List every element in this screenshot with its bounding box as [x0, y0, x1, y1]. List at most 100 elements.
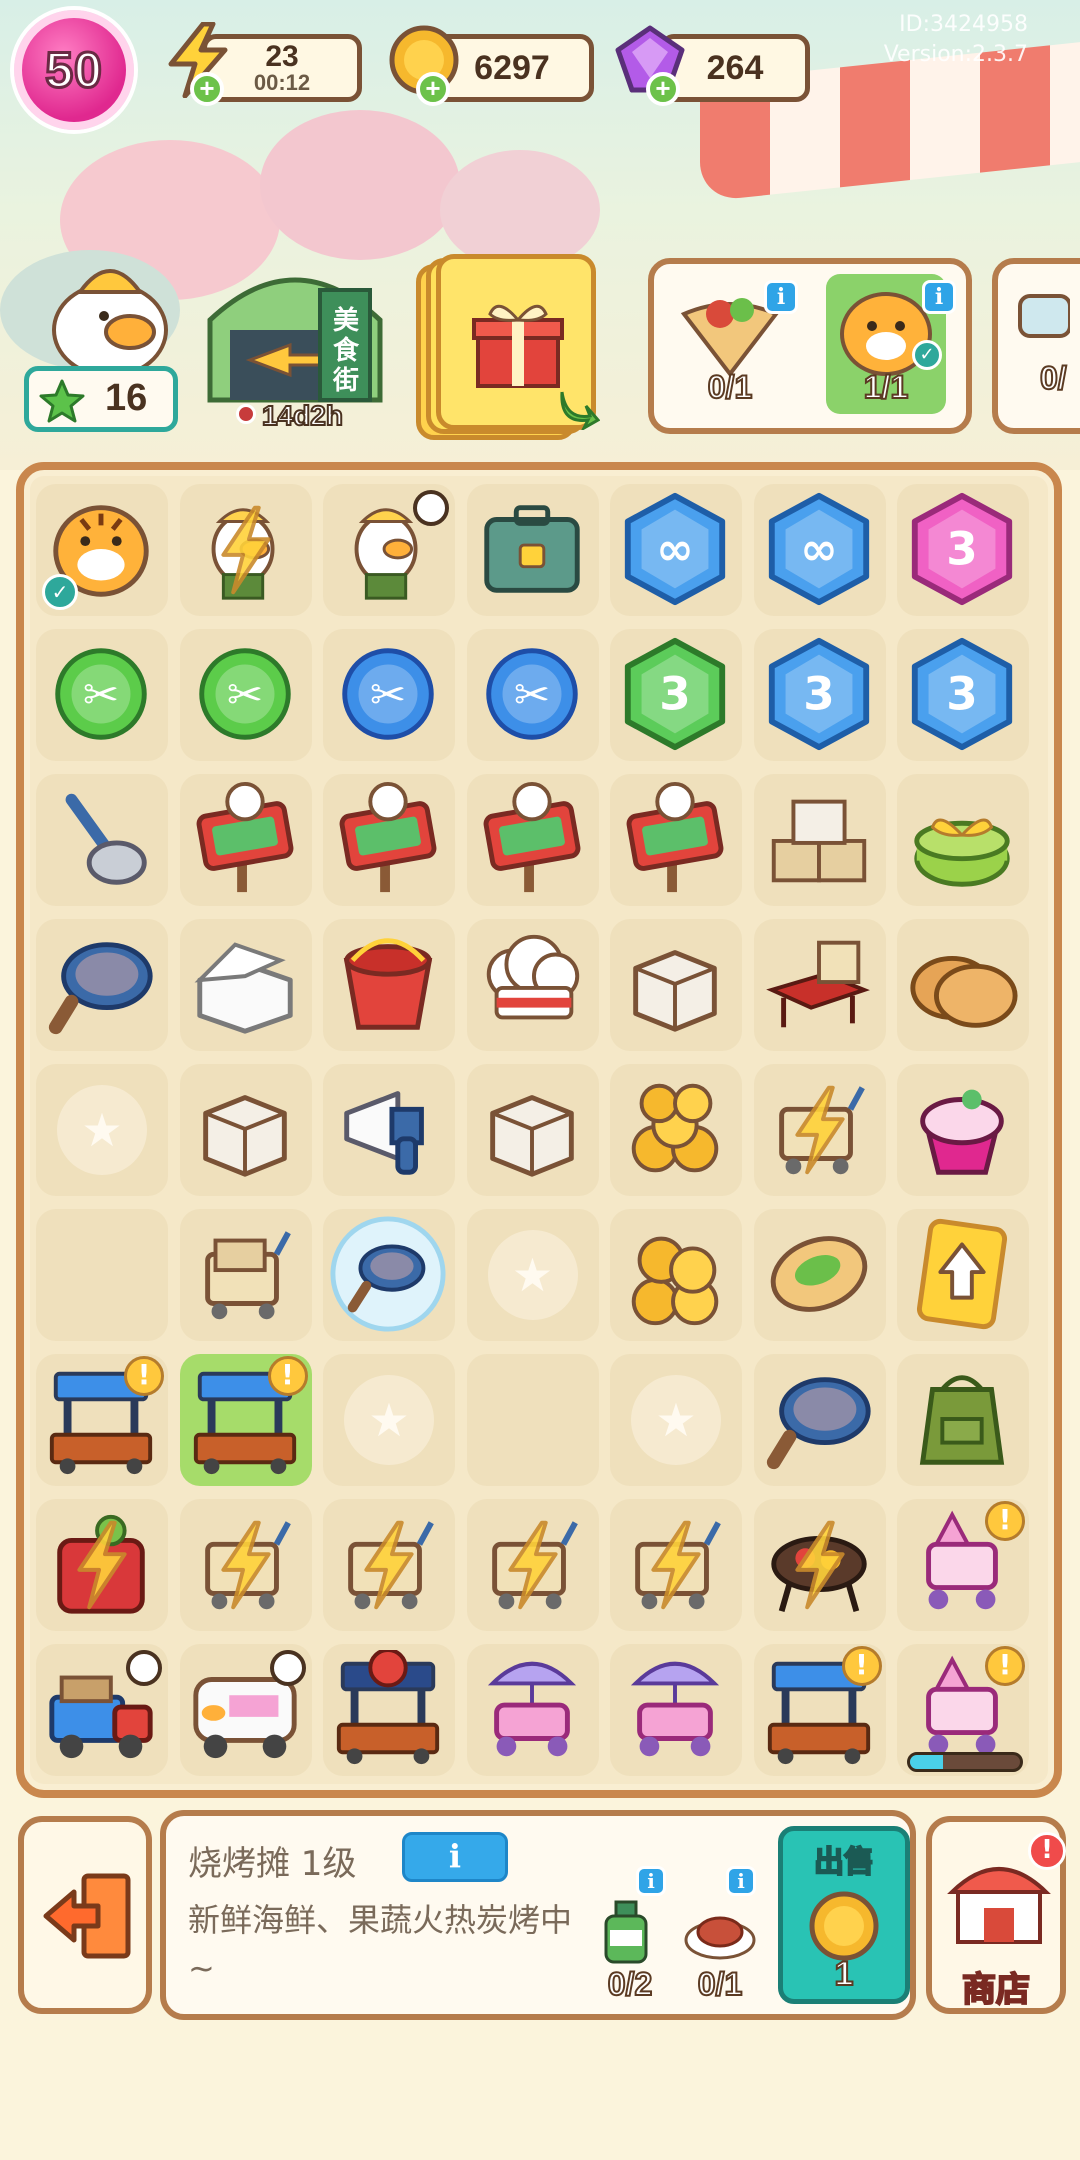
board-cell[interactable] [323, 774, 455, 906]
board-cell[interactable] [36, 774, 168, 906]
box-cart-icon [186, 1215, 306, 1335]
board-cell[interactable] [610, 1209, 742, 1341]
board-cell[interactable]: ★ [466, 1209, 599, 1341]
chef-hat-icon [473, 925, 593, 1045]
board-cell[interactable]: 3 [753, 629, 886, 761]
board-cell[interactable] [36, 1499, 168, 1631]
board-cell[interactable]: ✂ [323, 629, 455, 761]
requirement-meat[interactable]: i 0/1 [680, 1866, 760, 2006]
board-cell[interactable] [323, 1499, 455, 1631]
mystery-gift-card[interactable] [416, 254, 600, 440]
blue-scissors-icon: ✂ [329, 635, 449, 755]
board-cell[interactable]: 3 [897, 484, 1029, 616]
board-cell[interactable]: ✓ [36, 484, 168, 616]
timer-clock-icon [269, 1650, 306, 1686]
board-cell[interactable] [897, 1209, 1029, 1341]
board-cell[interactable]: ✂ [36, 629, 168, 761]
board-cell[interactable] [753, 1499, 886, 1631]
star-counter[interactable]: 16 [24, 366, 178, 432]
board-cell[interactable]: ! [897, 1644, 1029, 1776]
board-cell[interactable] [179, 919, 312, 1051]
board-cell[interactable]: ! [897, 1499, 1029, 1631]
board-cell[interactable] [179, 1499, 312, 1631]
empty-slot-star-icon: ★ [57, 1085, 147, 1175]
board-cell[interactable]: ★ [323, 1354, 455, 1486]
exit-button[interactable] [18, 1816, 152, 2014]
food-street-event[interactable]: 美食街 [200, 250, 390, 410]
board-cell[interactable] [466, 1064, 599, 1196]
info-button[interactable]: i [764, 280, 798, 314]
svg-text:∞: ∞ [656, 523, 694, 576]
curved-arrow-icon [560, 391, 600, 430]
info-button[interactable]: i [922, 280, 956, 314]
board-cell[interactable] [897, 1354, 1029, 1486]
board-cell[interactable] [753, 1064, 886, 1196]
board-cell[interactable]: ★ [36, 1064, 168, 1196]
requirement-bottle[interactable]: i 0/2 [590, 1866, 670, 2006]
tiger-chest-icon: ✓ [42, 490, 162, 610]
board-cell[interactable] [753, 1354, 886, 1486]
bbq-stall-alert-icon: ! [760, 1646, 882, 1770]
board-cell[interactable] [323, 1064, 455, 1196]
board-cell[interactable] [753, 774, 886, 906]
board-cell[interactable]: ! [179, 1354, 312, 1486]
board-cell[interactable] [610, 919, 742, 1051]
burrito-icon [760, 1215, 880, 1335]
board-cell[interactable] [36, 919, 168, 1051]
board-cell[interactable]: ∞ [610, 484, 742, 616]
duck-worker-avatar[interactable] [40, 240, 180, 380]
open-sign-icon [329, 780, 449, 900]
add-gems-button[interactable]: + [646, 72, 680, 106]
shop-button[interactable]: ! 商店 [926, 1816, 1066, 2014]
board-cell[interactable] [323, 1209, 455, 1341]
board-cell[interactable]: ★ [610, 1354, 742, 1486]
board-cell[interactable] [36, 1644, 168, 1776]
board-cell[interactable] [610, 1644, 742, 1776]
board-cell[interactable] [466, 1644, 599, 1776]
board-cell[interactable] [466, 774, 599, 906]
board-cell[interactable] [897, 774, 1029, 906]
cardboard-box-icon [473, 1070, 593, 1190]
level-badge[interactable]: 50 [14, 10, 134, 130]
board-cell[interactable] [897, 919, 1029, 1051]
board-cell[interactable] [323, 484, 455, 616]
board-cell[interactable]: ! [753, 1644, 886, 1776]
board-cell[interactable] [323, 1644, 455, 1776]
board-cell[interactable]: ✂ [179, 629, 312, 761]
sell-button[interactable]: 出售 1 [778, 1826, 910, 2004]
svg-text:3: 3 [946, 668, 977, 721]
board-cell[interactable] [466, 484, 599, 616]
board-cell[interactable] [179, 774, 312, 906]
add-coins-button[interactable]: + [416, 72, 450, 106]
board-cell[interactable]: ∞ [753, 484, 886, 616]
add-energy-button[interactable]: + [190, 72, 224, 106]
item-info-button[interactable]: i [402, 1832, 508, 1882]
board-cell[interactable] [179, 1209, 312, 1341]
open-sign-icon [186, 780, 306, 900]
board-cell[interactable]: 3 [897, 629, 1029, 761]
board-cell[interactable] [466, 1354, 599, 1486]
debug-id: ID:3424958 [899, 12, 1028, 37]
board-cell[interactable]: 3 [610, 629, 742, 761]
board-cell[interactable]: ! [36, 1354, 168, 1486]
board-cell[interactable] [610, 774, 742, 906]
board-cell[interactable] [610, 1499, 742, 1631]
bbq-stall-selected-icon: ! [186, 1356, 308, 1480]
board-cell[interactable] [753, 919, 886, 1051]
board-cell[interactable] [753, 1209, 886, 1341]
bubble-pan-icon [329, 1215, 449, 1335]
svg-text:✂: ✂ [83, 671, 119, 721]
info-button[interactable]: i [636, 1866, 666, 1896]
board-cell[interactable] [323, 919, 455, 1051]
board-cell[interactable] [466, 1499, 599, 1631]
board-cell[interactable] [36, 1209, 168, 1341]
board-cell[interactable] [179, 1644, 312, 1776]
board-cell[interactable] [466, 919, 599, 1051]
info-button[interactable]: i [726, 1866, 756, 1896]
board-cell[interactable] [179, 484, 312, 616]
board-cell[interactable] [897, 1064, 1029, 1196]
board-cell[interactable] [179, 1064, 312, 1196]
board-cell[interactable]: ✂ [466, 629, 599, 761]
level-number: 50 [44, 41, 104, 100]
board-cell[interactable] [610, 1064, 742, 1196]
